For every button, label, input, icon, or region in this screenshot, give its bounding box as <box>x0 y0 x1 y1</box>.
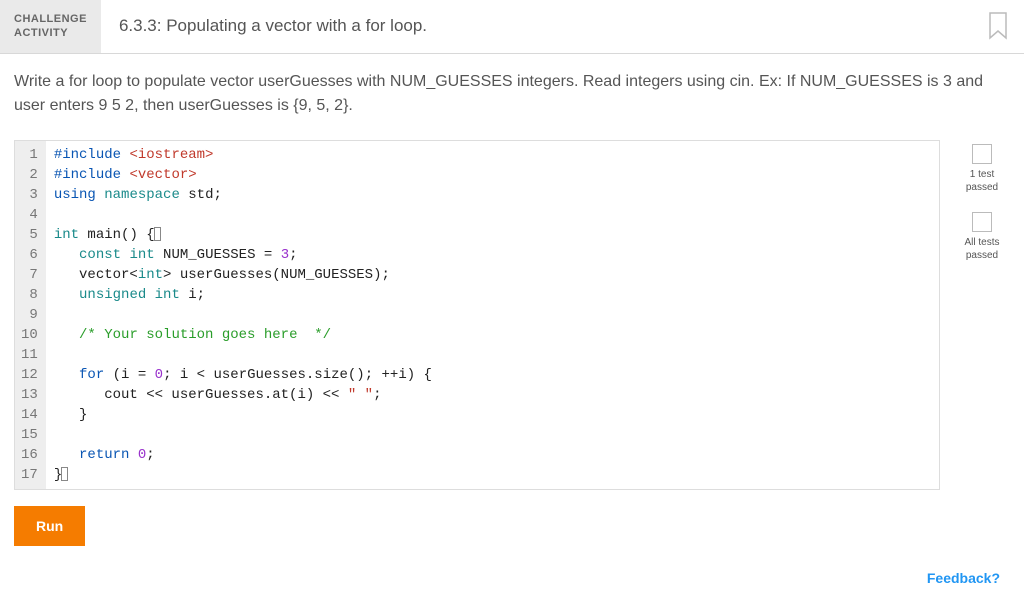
bookmark-icon[interactable] <box>972 0 1024 53</box>
status-all-tests: All tests passed <box>954 212 1010 262</box>
activity-title: 6.3.3: Populating a vector with a for lo… <box>101 0 972 53</box>
status-one-test: 1 test passed <box>954 144 1010 194</box>
status-all-tests-label: All tests passed <box>954 236 1010 262</box>
challenge-activity-badge: CHALLENGE ACTIVITY <box>0 0 101 53</box>
main-area: 1234567891011121314151617 #include <iost… <box>0 140 1024 490</box>
checkbox-icon <box>972 144 992 164</box>
feedback-link[interactable]: Feedback? <box>927 570 1000 586</box>
code-editor-container: 1234567891011121314151617 #include <iost… <box>14 140 940 490</box>
instructions-text: Write a for loop to populate vector user… <box>0 54 1024 140</box>
header-bar: CHALLENGE ACTIVITY 6.3.3: Populating a v… <box>0 0 1024 54</box>
challenge-label-line2: ACTIVITY <box>14 26 87 40</box>
run-bar: Run <box>0 490 1024 562</box>
line-number-gutter: 1234567891011121314151617 <box>15 141 46 489</box>
code-content[interactable]: #include <iostream>#include <vector>usin… <box>46 141 939 489</box>
status-one-test-label: 1 test passed <box>954 168 1010 194</box>
checkbox-icon <box>972 212 992 232</box>
code-editor[interactable]: 1234567891011121314151617 #include <iost… <box>15 141 939 489</box>
test-status-column: 1 test passed All tests passed <box>954 140 1010 490</box>
feedback-row: Feedback? <box>0 562 1024 602</box>
run-button[interactable]: Run <box>14 506 85 546</box>
challenge-label-line1: CHALLENGE <box>14 12 87 26</box>
